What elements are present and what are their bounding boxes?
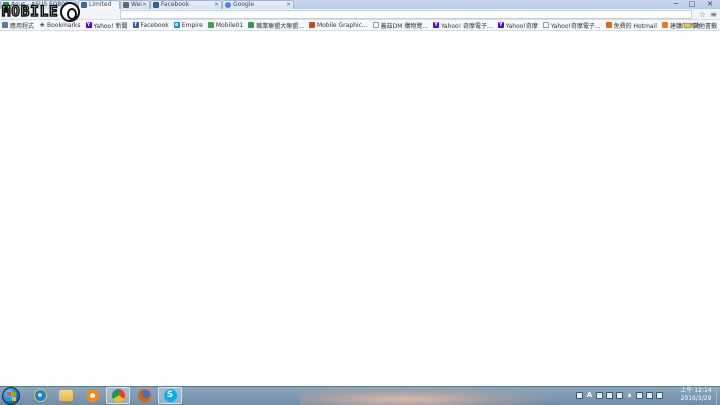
bookmark-dm[interactable]: 蓋茲DM 購物覽... [372, 20, 429, 31]
page-icon [372, 22, 379, 28]
bookmarks-bar: 應用程式 ★ Bookmarks Y Yahoo! 新聞 f Facebook … [0, 20, 720, 31]
mobile01-logo: MOBILE [1, 1, 80, 23]
internet-explorer-icon [33, 389, 47, 402]
folder-icon [683, 23, 691, 28]
window-controls: ─ □ ✕ [668, 0, 720, 9]
bookmark-mobile-graphic[interactable]: Mobile Graphic... [308, 20, 368, 31]
page-icon [542, 22, 549, 28]
league-icon [248, 22, 255, 28]
taskbar-internet-explorer[interactable] [28, 387, 52, 404]
keyboard-icon[interactable] [596, 392, 603, 399]
bookmark-label: Empire [181, 21, 203, 29]
bookmark-yahoo-news[interactable]: Y Yahoo! 新聞 [85, 20, 128, 31]
windows-logo-icon [7, 392, 16, 401]
tab-label: Wei [131, 1, 142, 8]
close-window-button[interactable]: ✕ [700, 0, 720, 9]
tab-label: Facebook [161, 1, 190, 8]
hotmail-icon [605, 22, 612, 28]
skype-icon: S [163, 389, 177, 402]
bookmark-label: Facebook [140, 21, 169, 29]
mobile01-icon [207, 22, 214, 28]
bookmark-star-icon[interactable]: ☆ [699, 10, 706, 19]
show-desktop-button[interactable] [716, 387, 720, 405]
address-bar[interactable] [120, 10, 692, 19]
taskbar-firefox[interactable] [132, 387, 156, 404]
logo-text: MOBILE [1, 3, 59, 21]
language-icon[interactable]: A [586, 392, 593, 399]
bookmark-label: Mobile Graphic... [316, 21, 368, 29]
minimize-button[interactable]: ─ [668, 0, 684, 9]
chrome-icon [111, 389, 125, 402]
tab-google[interactable]: Google × [222, 0, 294, 9]
bookmark-label: 免費的 Hotmail [613, 22, 657, 30]
volume-icon[interactable] [656, 392, 663, 399]
tab-facebook[interactable]: Facebook × [150, 0, 222, 9]
tab-wei[interactable]: Wei × [120, 0, 150, 9]
bookmark-yahoo-kimo[interactable]: Y Yahoo!奇摩 [497, 20, 538, 31]
suggested-icon [661, 22, 668, 28]
taskbar-clock[interactable]: 上午 12:14 2016/3/29 [678, 387, 714, 403]
folder-icon [59, 390, 73, 401]
start-button[interactable] [2, 387, 20, 405]
close-tab-icon[interactable]: × [142, 1, 147, 9]
maximize-button[interactable]: □ [684, 0, 700, 9]
google-icon [225, 2, 231, 8]
help-icon[interactable] [606, 392, 613, 399]
taskbar-skype[interactable]: S [158, 387, 182, 404]
favicon-icon [123, 2, 129, 8]
other-bookmarks-label: 其他書籤 [692, 23, 717, 30]
show-hidden-icons-icon[interactable]: ▲ [626, 392, 633, 399]
other-bookmarks-button[interactable]: 其他書籤 [683, 20, 717, 31]
yahoo-icon: Y [497, 22, 504, 28]
tab-limited[interactable]: Limited [78, 0, 120, 9]
media-player-icon [85, 389, 99, 402]
browser-toolbar [0, 9, 720, 20]
bookmarks-overflow-button[interactable]: » [678, 20, 682, 31]
bookmark-hotmail[interactable]: 免費的 Hotmail [605, 20, 657, 31]
taskbar-file-explorer[interactable] [54, 387, 78, 404]
settings-icon[interactable] [616, 392, 623, 399]
system-tray: A ▲ [576, 387, 666, 404]
page-icon [308, 22, 315, 28]
logo-badge-icon [59, 2, 80, 22]
empire-icon: e [173, 22, 180, 28]
bookmark-label: Mobile01 [215, 21, 244, 29]
desktop-screen: Asus - ASUS FO800 × Limited Wei × Facebo… [0, 0, 720, 405]
yahoo-icon: Y [433, 22, 440, 28]
bookmark-empire[interactable]: e Empire [173, 20, 203, 31]
bookmark-label: Yahoo!奇摩 [505, 22, 538, 30]
facebook-icon [153, 2, 159, 8]
bookmark-label: 蓋茲DM 購物覽... [380, 22, 429, 30]
tab-label: Limited [89, 1, 112, 8]
taskbar-media-player[interactable] [80, 387, 104, 404]
browser-menu-icon[interactable]: ≡ [710, 10, 717, 19]
facebook-icon: f [132, 22, 139, 28]
clock-time: 上午 12:14 [680, 387, 712, 394]
network-icon[interactable] [646, 392, 653, 399]
taskbar-chrome[interactable] [106, 387, 130, 404]
bookmark-label: 職業聯盟大聯盟... [256, 22, 304, 30]
clock-date: 2016/3/29 [680, 395, 712, 402]
bookmark-mobile01[interactable]: Mobile01 [207, 20, 244, 31]
ime-icon[interactable] [576, 392, 583, 399]
bookmark-league[interactable]: 職業聯盟大聯盟... [248, 20, 304, 31]
bookmark-yahoo-kimo-ecommerce[interactable]: Yahoo!奇摩電子... [542, 20, 601, 31]
yahoo-icon: Y [85, 22, 92, 28]
bookmark-label: Yahoo! 奇摩電子... [441, 22, 493, 30]
bookmark-yahoo-ecommerce[interactable]: Y Yahoo! 奇摩電子... [433, 20, 493, 31]
favicon-icon [81, 2, 87, 8]
bookmark-label: Yahoo! 新聞 [93, 22, 128, 30]
firefox-icon [137, 389, 151, 402]
close-tab-icon[interactable]: × [286, 1, 291, 9]
action-center-icon[interactable] [636, 392, 643, 399]
bookmark-label: Yahoo!奇摩電子... [550, 22, 601, 30]
tab-label: Google [233, 1, 255, 8]
tab-strip: Asus - ASUS FO800 × Limited Wei × Facebo… [0, 0, 720, 9]
page-content[interactable] [0, 31, 720, 386]
close-tab-icon[interactable]: × [214, 1, 219, 9]
bookmark-facebook[interactable]: f Facebook [132, 20, 169, 31]
